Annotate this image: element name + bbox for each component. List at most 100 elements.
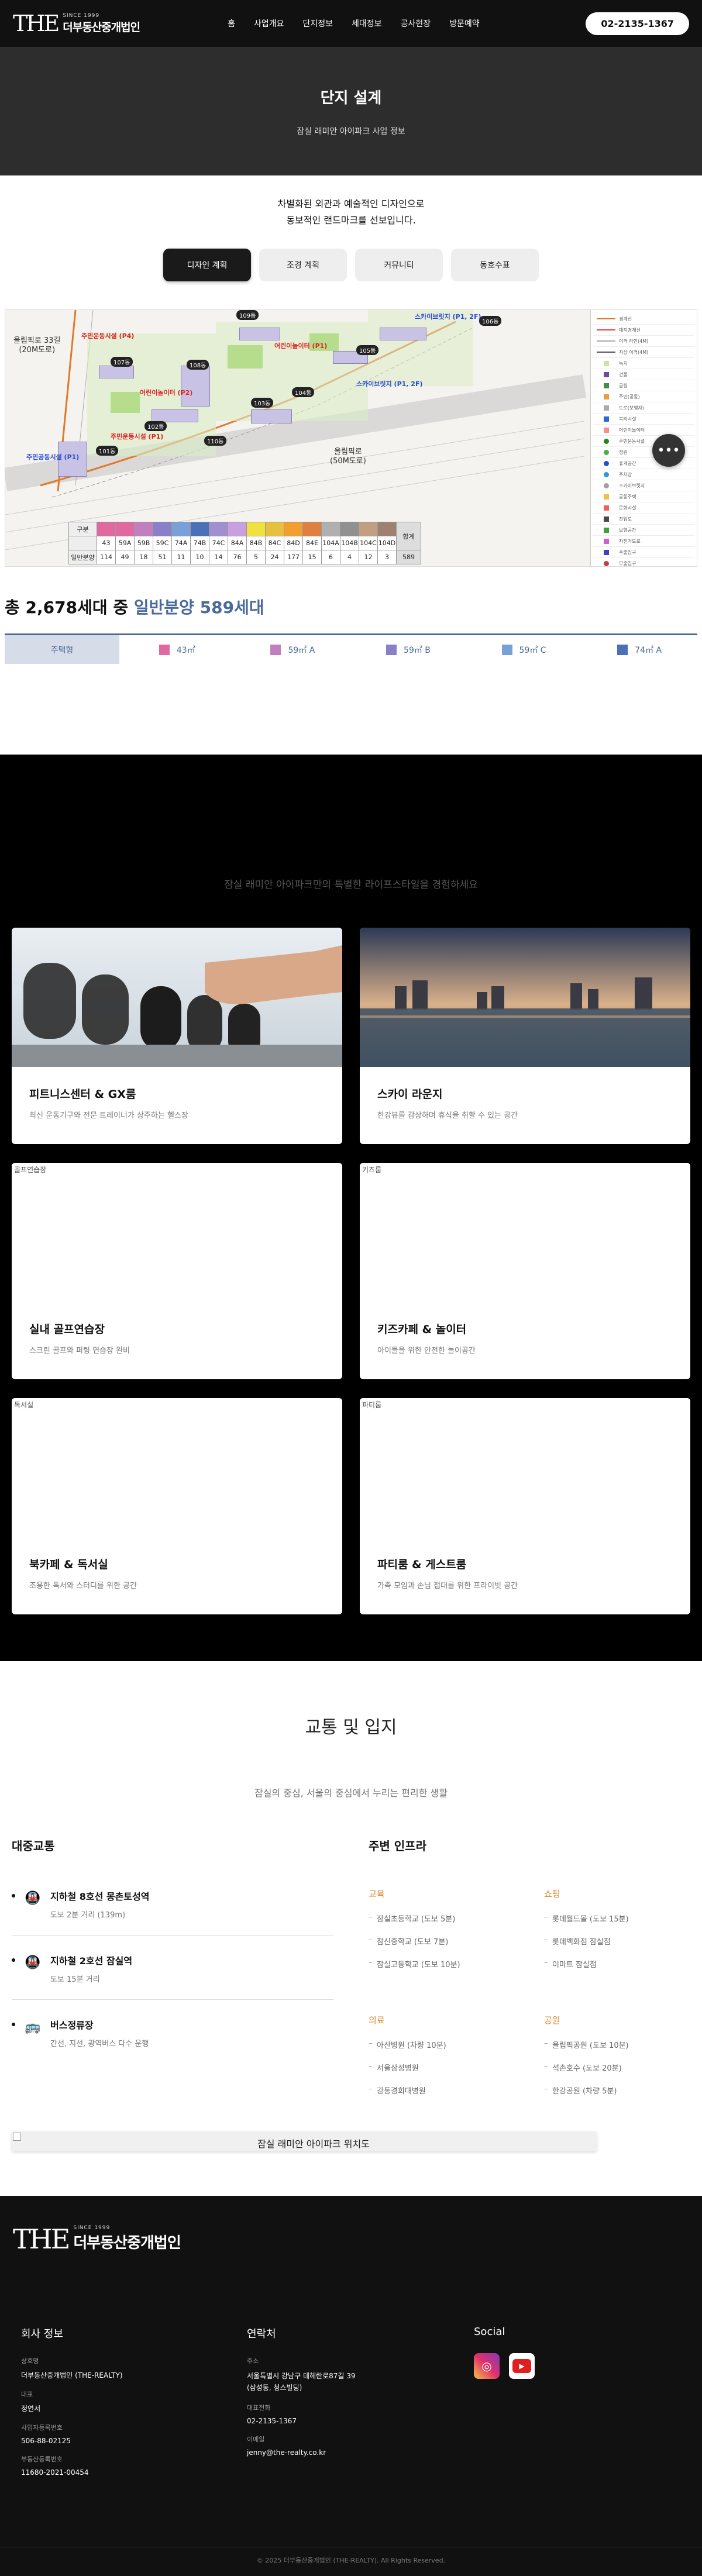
type-filter-59a[interactable]: 59㎡ A [235, 644, 351, 656]
info-label: 상호명 [21, 2357, 39, 2365]
legend-symbol [593, 405, 619, 411]
type-cell: 84D [284, 536, 303, 550]
facility-label: 어린이놀이터 (P2) [140, 389, 193, 397]
card-desc: 아이들을 위한 안전한 놀이공간 [377, 1346, 476, 1355]
email-value[interactable]: jenny@the-realty.co.kr [247, 2448, 356, 2457]
site-plan-map: 101동 102동 103동 104동 105동 106동 107동 108동 … [5, 310, 590, 566]
legend-row: 주차장 [593, 469, 694, 480]
nav-overview[interactable]: 사업개요 [254, 18, 284, 29]
chat-button[interactable]: ••• [652, 434, 685, 467]
legend-swatch [603, 471, 609, 477]
community-card[interactable]: 골프연습장 실내 골프연습장 스크린 골프와 퍼팅 연습장 완비 [12, 1163, 342, 1379]
type-color-cell [228, 522, 247, 536]
nav-home[interactable]: 홈 [228, 18, 235, 29]
phone-value[interactable]: 02-2135-1367 [247, 2417, 356, 2425]
company-info: 회사 정보 상호명 더부동산중개법인 (THE-REALTY) 대표 정연서 사… [21, 2326, 123, 2486]
info-label: 주소 [247, 2357, 259, 2365]
social-links: Social ◎ ▶ [474, 2326, 535, 2379]
type-filter-selected[interactable]: 주택형 [5, 635, 119, 664]
type-filter-43[interactable]: 43㎡ [119, 644, 235, 656]
legend-swatch [603, 516, 609, 522]
community-card[interactable]: 파티룸 파티룸 & 게스트룸 가족 모임과 손님 접대를 위한 프라이빗 공간 [360, 1398, 690, 1614]
type-filter-59c[interactable]: 59㎡ C [466, 644, 582, 656]
legend-symbol [593, 360, 619, 366]
transport-name: 지하철 8호선 몽촌토성역 [50, 1891, 150, 1902]
type-color-cell [171, 522, 191, 536]
type-cell: 84A [228, 536, 247, 550]
type-cell: 74B [190, 536, 209, 550]
site-plan-image: 101동 102동 103동 104동 105동 106동 107동 108동 … [5, 309, 697, 567]
tab-unit-table[interactable]: 동호수표 [451, 249, 539, 281]
count-cell: 76 [228, 550, 247, 564]
type-color-cell [321, 522, 340, 536]
building-tag: 107동 [111, 357, 133, 367]
legend-symbol [593, 329, 619, 330]
building-tag: 105동 [356, 345, 379, 355]
legend-swatch [603, 527, 609, 533]
community-cards: 피트니스센터 & GX룸 최신 운동기구와 전문 트레이너가 상주하는 헬스장 [12, 928, 690, 1614]
info-label: 부동산등록번호 [21, 2456, 63, 2463]
page: THE SINCE 1999 더부동산중개법인 홈 사업개요 단지정보 세대정보… [0, 0, 702, 2576]
legend-label: 주민(공동) [619, 394, 640, 400]
type-cell: 84B [246, 536, 266, 550]
type-cell: 43 [97, 536, 116, 550]
count-cell: 114 [97, 550, 116, 564]
type-filter-59b[interactable]: 59㎡ B [350, 644, 466, 656]
legend-symbol [593, 471, 619, 477]
legend-row: 복리시설 [593, 414, 694, 425]
party-room-image: 파티룸 [360, 1398, 690, 1537]
unit-count-table: 구분 합계 43 59A 59B 59C 74A 74B 74C 84A 84B… [68, 522, 421, 564]
infra-item: 이마트 잠실점 [544, 1958, 696, 1969]
infra-item: 한강공원 (차량 5분) [544, 2085, 696, 2096]
nav-complex-info[interactable]: 단지정보 [303, 18, 333, 29]
legend-symbol [593, 371, 619, 377]
facility-label: 주민운동시설 (P4) [81, 332, 135, 340]
community-card[interactable]: 스카이 라운지 한강뷰를 감상하며 휴식을 취할 수 있는 공간 [360, 928, 690, 1144]
legend-swatch [603, 405, 609, 411]
unit-type-filter: 주택형 43㎡ 59㎡ A 59㎡ B 59㎡ C 74㎡ A [5, 633, 697, 664]
nav-visit-booking[interactable]: 방문예약 [449, 18, 480, 29]
infra-item: 아산병원 (차량 10분) [369, 2039, 521, 2050]
phone-button[interactable]: 02-2135-1367 [586, 12, 689, 35]
tab-landscape-plan[interactable]: 조경 계획 [259, 249, 347, 281]
community-card[interactable]: 키즈룸 키즈카페 & 놀이터 아이들을 위한 안전한 놀이공간 [360, 1163, 690, 1379]
count-cell: 11 [171, 550, 191, 564]
tab-community[interactable]: 커뮤니티 [355, 249, 443, 281]
community-card[interactable]: 피트니스센터 & GX룸 최신 운동기구와 전문 트레이너가 상주하는 헬스장 [12, 928, 342, 1144]
logo[interactable]: THE SINCE 1999 더부동산중개법인 [13, 12, 140, 35]
legend-label: 대지경계선 [619, 327, 641, 333]
legend-symbol [593, 560, 619, 566]
intro-line: 동보적인 랜드마크를 선보입니다. [286, 215, 416, 226]
legend-label: 공원 [619, 383, 628, 388]
contact-title: 연락처 [247, 2328, 276, 2340]
infra-item: 강동경희대병원 [369, 2085, 521, 2096]
building-tag: 109동 [236, 310, 259, 320]
type-cell: 59B [134, 536, 153, 550]
count-cell: 14 [209, 550, 228, 564]
footer-logo[interactable]: THE SINCE 1999 더부동산중개법인 [13, 2225, 181, 2253]
type-color-cell [153, 522, 172, 536]
card-title: 파티룸 & 게스트룸 [377, 1558, 467, 1571]
infra-category: 의료 [369, 2015, 385, 2026]
legend-swatch [597, 318, 615, 319]
footer: THE SINCE 1999 더부동산중개법인 회사 정보 상호명 더부동산중개… [0, 2196, 702, 2576]
community-card[interactable]: 독서실 북카페 & 독서실 조용한 독서와 스터디를 위한 공간 [12, 1398, 342, 1614]
type-filter-74a[interactable]: 74㎡ A [581, 644, 697, 656]
type-cell: 104C [359, 536, 378, 550]
legend-symbol [593, 516, 619, 522]
legend-symbol [593, 483, 619, 488]
legend-symbol [593, 340, 619, 342]
logo-name: 더부동산중개법인 [73, 2234, 181, 2252]
count-cell: 51 [153, 550, 172, 564]
youtube-icon[interactable]: ▶ [509, 2353, 535, 2379]
nav-construction[interactable]: 공사현장 [401, 18, 431, 29]
nav-unit-info[interactable]: 세대정보 [352, 18, 382, 29]
tab-design-plan[interactable]: 디자인 계획 [163, 249, 251, 281]
type-color-cell [209, 522, 228, 536]
sky-lounge-image [360, 928, 690, 1067]
legend-label: 경계선 [619, 316, 632, 322]
instagram-icon[interactable]: ◎ [474, 2353, 500, 2379]
count-cell: 15 [302, 550, 322, 564]
unit-count-row: 일반분양 114 49 18 51 11 10 14 76 5 24 177 1… [68, 550, 421, 564]
legend-swatch [603, 460, 609, 466]
